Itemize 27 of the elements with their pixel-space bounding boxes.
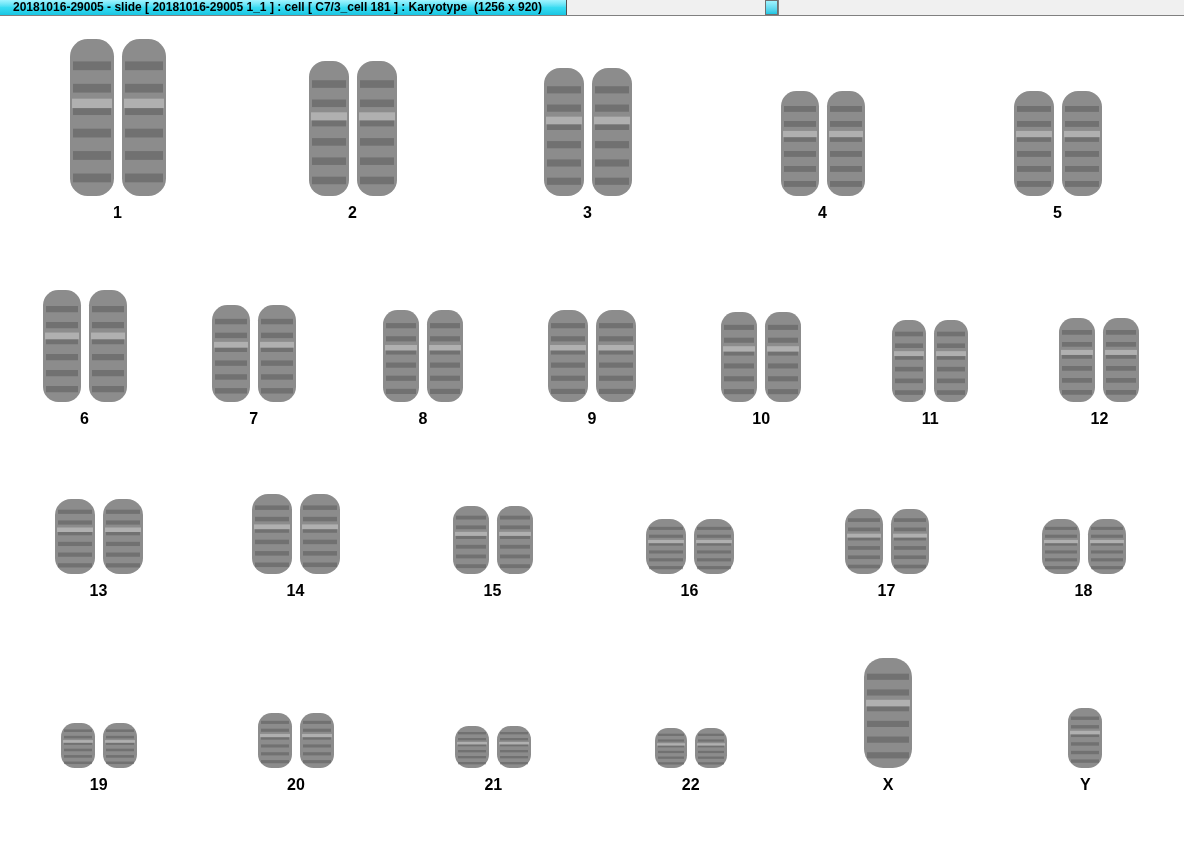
chromosome-label: 6 — [80, 410, 89, 428]
chromosome-label: 12 — [1090, 410, 1109, 428]
chromosome-label: Y — [1079, 776, 1091, 794]
chromosome-drawing — [1068, 708, 1103, 768]
chromosome-label: 18 — [1074, 582, 1093, 600]
window-title: 20181016-29005 - slide [ 20181016-29005 1_1 ] : cell [ C7/3_cell 181 ] : Karyotype (1256 x 920) — [0, 0, 567, 15]
chromosome-label: 16 — [680, 582, 699, 600]
chromosome-label: 22 — [681, 776, 700, 794]
chromosome-label: 9 — [587, 410, 597, 428]
chromosome-label: 1 — [113, 204, 122, 222]
scroll-thumb[interactable] — [765, 0, 778, 15]
chromosome-label: 4 — [818, 204, 827, 222]
chromosome-label: 19 — [89, 776, 108, 794]
chromosome-label: 7 — [249, 410, 259, 428]
chromosome-label: 15 — [483, 582, 502, 600]
chromosome-label: 2 — [348, 204, 357, 222]
chromosome-label: X — [882, 776, 894, 794]
chromosome-label: 10 — [752, 410, 771, 428]
chromosome-label: 8 — [418, 410, 428, 428]
chromosome-label: 21 — [484, 776, 503, 794]
chromosome-label: 20 — [287, 776, 305, 794]
chromosome-label: 14 — [286, 582, 305, 600]
chromosome-label: 17 — [877, 582, 896, 600]
chromosome-label: 11 — [921, 410, 939, 428]
chromosome-label: 3 — [583, 204, 592, 222]
chromosome-label: 13 — [89, 582, 108, 600]
chromosome-label: 5 — [1053, 204, 1062, 222]
